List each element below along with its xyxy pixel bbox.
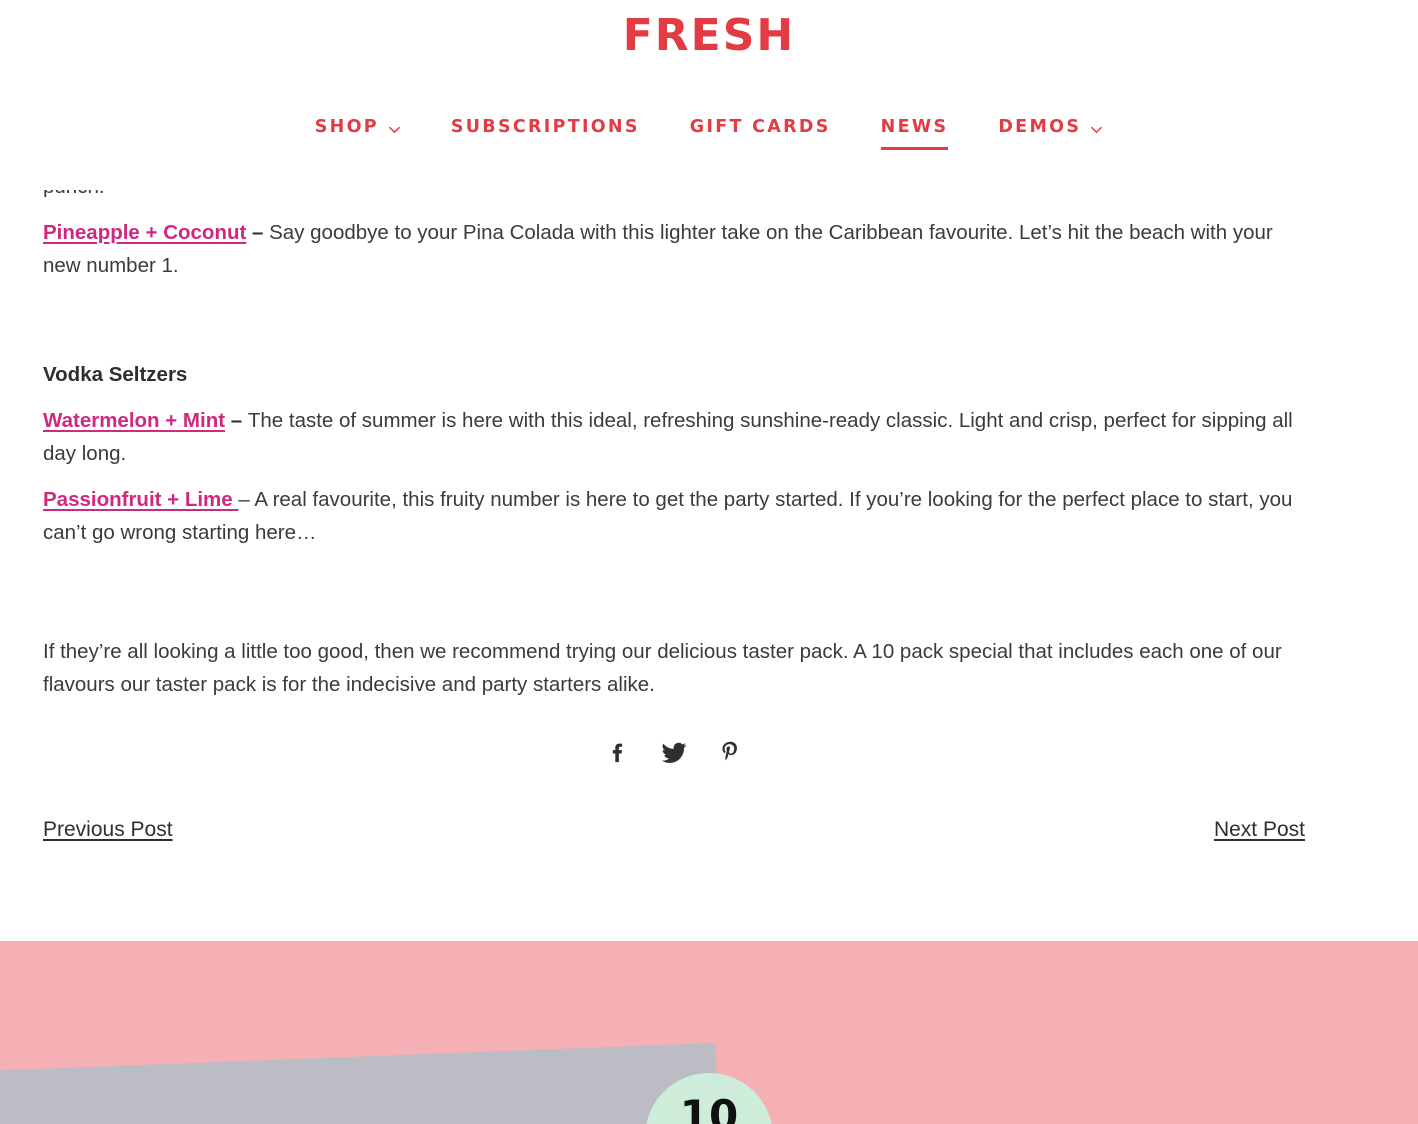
pinterest-icon[interactable] (715, 737, 745, 767)
previous-post-link[interactable]: Previous Post (43, 813, 173, 847)
passionfruit-dash: – (238, 488, 255, 512)
site-logo[interactable]: FRESH (0, 0, 1418, 58)
chevron-down-icon (388, 123, 401, 136)
nav-item-demos[interactable]: DEMOS (973, 102, 1128, 154)
pineapple-dash: – (246, 221, 270, 245)
site-header: FRESH SHOP SUBSCRIPTIONS GIFT CARDS NEWS… (0, 0, 1418, 190)
nav-label: DEMOS (998, 117, 1082, 138)
paragraph-passionfruit: Passionfruit + Lime – A real favourite, … (43, 483, 1305, 549)
main-navigation: SHOP SUBSCRIPTIONS GIFT CARDS NEWS DEMOS (0, 102, 1418, 154)
nav-item-shop[interactable]: SHOP (290, 102, 426, 154)
nav-label: SUBSCRIPTIONS (450, 117, 640, 138)
promo-banner: 10 (0, 941, 1418, 1124)
heading-vodka-seltzers: Vodka Seltzers (43, 362, 188, 386)
nav-label: NEWS (880, 117, 949, 138)
link-pineapple-coconut[interactable]: Pineapple + Coconut (43, 221, 246, 244)
paragraph-pineapple: Pineapple + Coconut – Say goodbye to you… (43, 216, 1305, 282)
link-passionfruit-lime[interactable]: Passionfruit + Lime (43, 488, 238, 511)
nav-label: SHOP (314, 117, 379, 138)
next-post-link[interactable]: Next Post (1214, 813, 1305, 847)
paragraph-closing: If they’re all looking a little too good… (43, 639, 1282, 696)
post-navigation: Previous Post Next Post (43, 813, 1305, 847)
promo-grey-shape (0, 1042, 720, 1124)
twitter-icon[interactable] (659, 737, 689, 767)
watermelon-dash: – (225, 408, 248, 432)
chevron-down-icon (1090, 123, 1103, 136)
facebook-icon[interactable] (603, 737, 633, 767)
share-row (43, 737, 1305, 767)
paragraph-watermelon: Watermelon + Mint – The taste of summer … (43, 404, 1305, 470)
link-watermelon-mint[interactable]: Watermelon + Mint (43, 409, 225, 432)
nav-item-news[interactable]: NEWS (856, 102, 974, 154)
promo-badge-number: 10 (679, 1091, 739, 1124)
nav-label: GIFT CARDS (689, 117, 831, 138)
nav-item-gift-cards[interactable]: GIFT CARDS (665, 102, 856, 154)
nav-item-subscriptions[interactable]: SUBSCRIPTIONS (426, 102, 665, 154)
